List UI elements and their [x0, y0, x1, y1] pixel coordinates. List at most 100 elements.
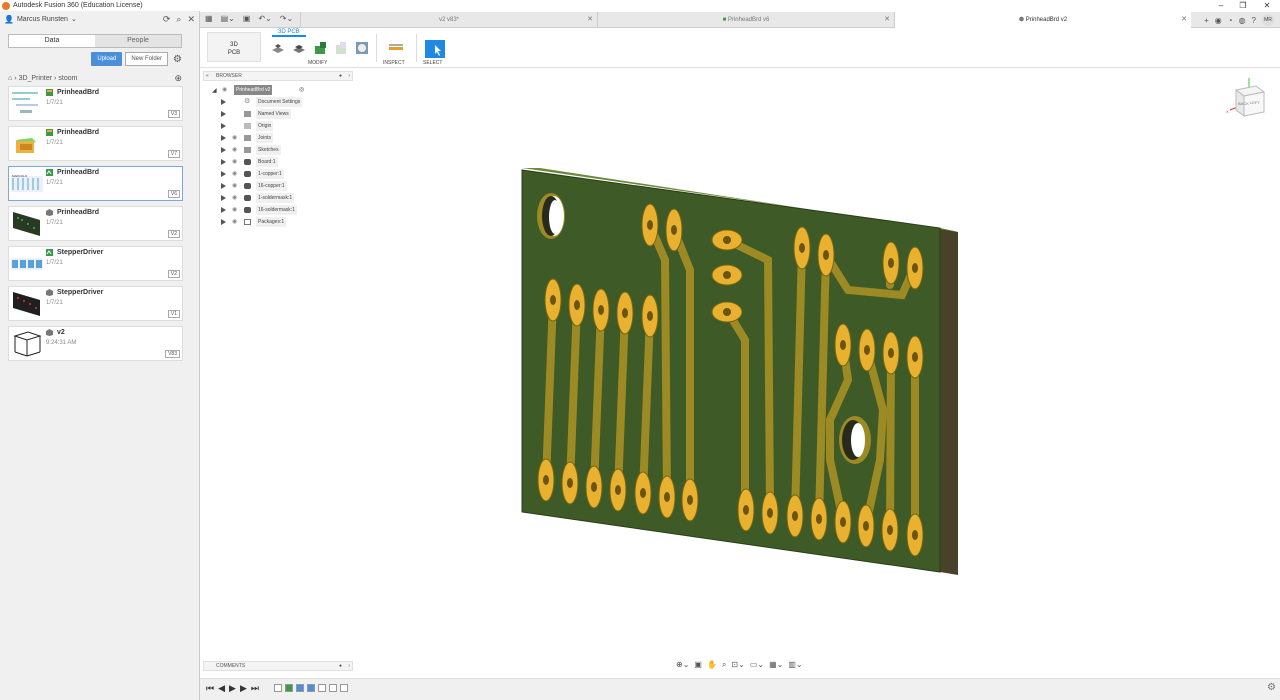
minimize-button[interactable]: – — [1210, 0, 1232, 11]
gear-icon[interactable]: ⚙ — [173, 54, 182, 65]
modify-menu[interactable]: MODIFY — [308, 60, 327, 66]
close-window-button[interactable]: ✕ — [1256, 0, 1278, 11]
search-icon[interactable]: ⌕ — [176, 14, 181, 25]
redo-icon[interactable]: ↷⌄ — [280, 14, 293, 23]
help-icon[interactable]: ? — [1252, 16, 1256, 25]
expand-arrow-icon[interactable] — [221, 111, 226, 117]
doc-tab-active[interactable]: ⬢ PrinheadBrd v2 ✕ — [894, 12, 1191, 28]
expand-arrow-icon[interactable] — [221, 219, 226, 225]
eye-icon[interactable]: ◉ — [222, 87, 227, 94]
expand-arrow-icon[interactable] — [221, 171, 226, 177]
file-card[interactable]: PrinheadBrd 1/7/21 V7 — [8, 126, 183, 161]
select-icon[interactable] — [425, 40, 445, 58]
doc-tab[interactable]: v2 v83* ✕ — [300, 12, 597, 28]
view-cube[interactable]: BACK LEFT X — [1226, 76, 1272, 122]
fit-icon[interactable]: ⊡⌄ — [731, 660, 744, 670]
appearance-icon[interactable] — [333, 40, 349, 56]
tab-people[interactable]: People — [95, 35, 181, 47]
expand-arrow-icon[interactable] — [221, 207, 226, 213]
timeline-feature[interactable] — [285, 684, 293, 692]
physical-material-icon[interactable] — [354, 40, 370, 56]
user-name[interactable]: Marcus Runsten — [17, 16, 68, 23]
timeline-feature[interactable] — [307, 684, 315, 692]
expand-arrow-icon[interactable] — [221, 195, 226, 201]
align-icon[interactable] — [312, 40, 328, 56]
version-badge[interactable]: V7 — [167, 150, 180, 158]
file-card[interactable]: PrinheadBrd 1/7/21 V3 — [8, 86, 183, 121]
file-card[interactable]: v2 9:24:31 AM V83 — [8, 326, 183, 361]
eye-icon[interactable]: ◉ — [232, 219, 237, 226]
grid-menu-icon[interactable]: ▦ — [205, 14, 213, 23]
new-folder-button[interactable]: New Folder — [125, 52, 169, 66]
file-card[interactable]: PrinheadBrd 1/7/21 V2 — [8, 206, 183, 241]
comments-panel[interactable]: COMMENTS ● › — [203, 661, 353, 671]
file-menu-icon[interactable]: ▤⌄ — [221, 14, 235, 23]
viewports-icon[interactable]: ▥⌄ — [788, 660, 802, 670]
version-badge[interactable]: V83 — [165, 350, 180, 358]
step-forward-icon[interactable]: ▶ — [240, 683, 247, 694]
eye-icon[interactable]: ◉ — [232, 207, 237, 214]
go-to-start-icon[interactable]: ⏮ — [206, 683, 214, 694]
browser-header[interactable]: « BROWSER ● › — [203, 71, 353, 81]
chevron-down-icon[interactable]: ⌄ — [71, 15, 77, 23]
eye-icon[interactable]: ◉ — [232, 171, 237, 178]
workspace-switcher[interactable]: 3D PCB — [207, 32, 261, 62]
close-tab-icon[interactable]: ✕ — [1181, 12, 1187, 28]
expand-arrow-icon[interactable] — [221, 123, 226, 129]
collapse-icon[interactable]: « — [206, 72, 209, 80]
version-badge[interactable]: V3 — [167, 110, 180, 118]
close-icon[interactable]: ✕ — [187, 14, 195, 25]
expand-icon[interactable]: ◢ — [212, 86, 217, 96]
timeline-feature[interactable] — [274, 684, 282, 692]
tab-data[interactable]: Data — [9, 35, 95, 47]
play-icon[interactable]: ▶ — [229, 683, 236, 694]
version-badge[interactable]: V1 — [167, 310, 180, 318]
version-badge[interactable]: V2 — [167, 230, 180, 238]
eye-icon[interactable]: ◉ — [232, 183, 237, 190]
expand-arrow-icon[interactable] — [221, 147, 226, 153]
version-badge[interactable]: V2 — [167, 270, 180, 278]
file-card[interactable]: MARCOLO PrinheadBrd 1/7/21 V6 — [8, 166, 183, 201]
select-menu[interactable]: SELECT — [423, 60, 442, 66]
expand-arrow-icon[interactable] — [221, 159, 226, 165]
viewcube-side-label[interactable]: LEFT — [1250, 100, 1260, 105]
breadcrumb-project[interactable]: 3D_Printer — [19, 75, 52, 82]
expand-arrow-icon[interactable] — [221, 99, 226, 105]
close-tab-icon[interactable]: ✕ — [884, 12, 890, 28]
save-icon[interactable]: ▣ — [243, 14, 251, 23]
pin-icon[interactable]: ● — [339, 662, 342, 670]
maximize-button[interactable]: ❐ — [1232, 0, 1254, 11]
doc-tab[interactable]: ■ PrinheadBrd v6 ✕ — [597, 12, 894, 28]
move-icon[interactable] — [291, 40, 307, 56]
expand-icon[interactable]: › — [348, 72, 350, 80]
activate-icon[interactable]: ◎ — [299, 85, 304, 95]
orbit-icon[interactable]: ⊕⌄ — [676, 660, 689, 670]
tab-3d-pcb[interactable]: 3D PCB — [272, 29, 306, 37]
pan-icon[interactable]: ✋ — [707, 660, 717, 670]
display-settings-icon[interactable]: ▭⌄ — [750, 660, 764, 670]
avatar[interactable]: MR — [1262, 14, 1274, 26]
zoom-icon[interactable]: ⌕ — [722, 660, 726, 670]
grid-settings-icon[interactable]: ▦⌄ — [769, 660, 783, 670]
breadcrumb-folder[interactable]: stoom — [58, 75, 77, 82]
eye-icon[interactable]: ◉ — [232, 135, 237, 142]
measure-icon[interactable] — [388, 40, 404, 56]
notifications-icon[interactable]: ◔ — [1228, 16, 1233, 25]
pcb-model[interactable] — [353, 70, 1280, 676]
gear-icon[interactable]: ⚙ — [1267, 682, 1276, 693]
version-badge[interactable]: V6 — [167, 190, 180, 198]
go-to-end-icon[interactable]: ⏭ — [251, 683, 259, 694]
timeline-feature[interactable] — [318, 684, 326, 692]
timeline-feature[interactable] — [329, 684, 337, 692]
viewcube-front-label[interactable]: BACK — [1238, 101, 1249, 106]
online-icon[interactable]: ◍ — [1239, 16, 1246, 25]
file-card[interactable]: StepperDriver 1/7/21 V2 — [8, 246, 183, 281]
3d-viewport[interactable] — [353, 70, 1280, 676]
new-tab-icon[interactable]: + — [1204, 16, 1209, 25]
job-status-icon[interactable]: ◉ — [1215, 16, 1222, 25]
expand-arrow-icon[interactable] — [221, 135, 226, 141]
new-item-icon[interactable]: ⊕ — [174, 73, 182, 84]
expand-arrow-icon[interactable] — [221, 183, 226, 189]
timeline-feature[interactable] — [340, 684, 348, 692]
home-icon[interactable]: ⌂ — [8, 75, 12, 82]
